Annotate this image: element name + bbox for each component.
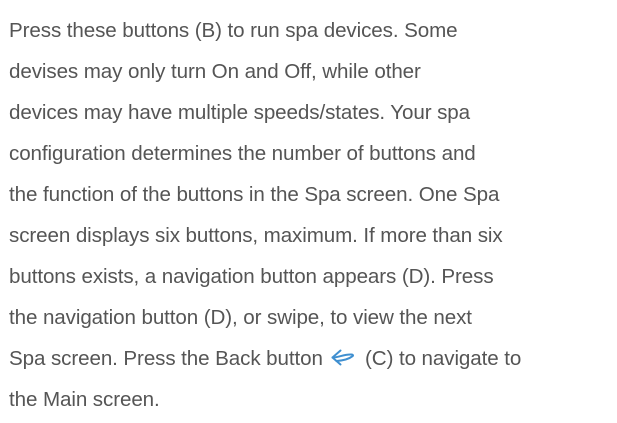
paragraph-line: Press these buttons (B) to run spa devic… <box>9 19 458 42</box>
paragraph-line: the function of the buttons in the Spa s… <box>9 183 500 206</box>
paragraph-line: the Main screen. <box>9 388 160 411</box>
paragraph-line-with-icon: Spa screen. Press the Back button (C) to… <box>9 338 609 379</box>
paragraph-line: devices may have multiple speeds/states.… <box>9 101 471 124</box>
paragraph-line: screen displays six buttons, maximum. If… <box>9 224 503 247</box>
instruction-paragraph: Press these buttons (B) to run spa devic… <box>9 10 609 420</box>
document-page: Press these buttons (B) to run spa devic… <box>0 0 617 423</box>
paragraph-line: configuration determines the number of b… <box>9 142 476 165</box>
line-text-before-icon: Spa screen. Press the Back button <box>9 347 323 370</box>
paragraph-line: buttons exists, a navigation button appe… <box>9 265 494 288</box>
paragraph-line: devises may only turn On and Off, while … <box>9 60 421 83</box>
back-arrow-icon <box>330 348 356 368</box>
paragraph-line: the navigation button (D), or swipe, to … <box>9 306 472 329</box>
line-text-after-icon: (C) to navigate to <box>365 347 522 370</box>
